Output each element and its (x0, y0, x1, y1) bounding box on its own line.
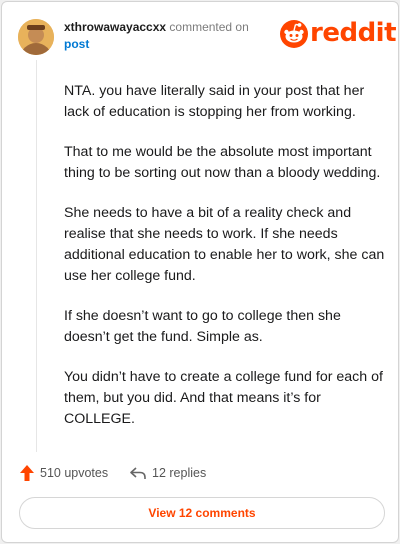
thread-line[interactable] (36, 60, 37, 452)
view-comments-button[interactable]: View 12 comments (19, 497, 385, 529)
reddit-snoo-icon (280, 20, 308, 48)
comment-paragraph: That to me would be the absolute most im… (64, 144, 381, 181)
upvote-button[interactable]: 510 upvotes (20, 463, 108, 483)
commented-on-text: commented on (169, 20, 249, 34)
comment-body: NTA. you have literally said in your pos… (64, 81, 386, 449)
avatar-image (18, 19, 54, 55)
comment-paragraph: If she doesn’t want to go to college the… (64, 308, 341, 345)
post-link[interactable]: post (64, 36, 249, 53)
reddit-wordmark: reddit (310, 18, 397, 48)
comment-paragraph: You didn’t have to create a college fund… (64, 369, 383, 427)
replies-button[interactable]: 12 replies (130, 463, 206, 483)
comment-actions: 510 upvotes 12 replies (20, 463, 320, 483)
upvote-arrow-icon (20, 465, 34, 481)
comment-meta: xthrowawayaccxx commented on post (64, 19, 249, 53)
user-avatar[interactable] (18, 19, 54, 55)
username[interactable]: xthrowawayaccxx (64, 20, 166, 34)
reply-count: 12 replies (152, 466, 207, 480)
comment-header: xthrowawayaccxx commented on post reddit (18, 17, 397, 57)
comment-card: xthrowawayaccxx commented on post reddit… (1, 1, 399, 543)
comment-paragraph: NTA. you have literally said in your pos… (64, 83, 365, 120)
reddit-logo: reddit (280, 18, 397, 49)
upvote-count: 510 upvotes (40, 466, 109, 480)
comment-paragraph: She needs to have a bit of a reality che… (64, 205, 385, 284)
reply-arrow-icon (130, 467, 146, 479)
